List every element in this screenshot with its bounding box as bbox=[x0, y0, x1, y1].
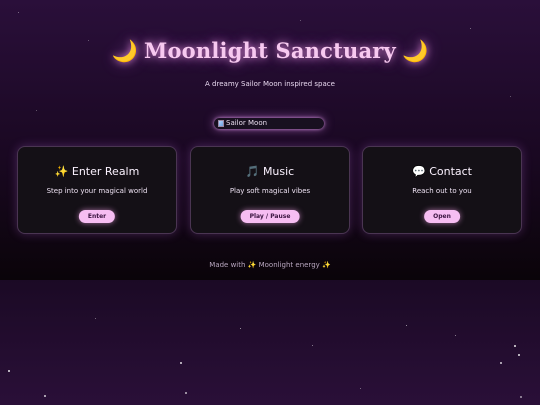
star bbox=[180, 362, 182, 364]
card-title: 💬 Contact bbox=[363, 165, 521, 178]
broken-image-placeholder: Sailor Moon bbox=[218, 119, 267, 127]
card-title: ✨ Enter Realm bbox=[18, 165, 176, 178]
card-title-text: Music bbox=[262, 165, 295, 178]
enter-button[interactable]: Enter bbox=[78, 210, 116, 223]
sparkles-icon: ✨ bbox=[54, 165, 69, 178]
star bbox=[514, 345, 516, 347]
speech-bubble-icon: 💬 bbox=[412, 165, 426, 178]
play-pause-button[interactable]: Play / Pause bbox=[240, 210, 300, 223]
footer-text: Made with ✨ Moonlight energy ✨ bbox=[209, 261, 331, 269]
star bbox=[406, 325, 407, 326]
card-description: Reach out to you bbox=[412, 187, 472, 195]
open-button[interactable]: Open bbox=[424, 210, 460, 223]
star bbox=[8, 370, 10, 372]
star bbox=[360, 388, 361, 389]
card-title: 🎵 Music bbox=[191, 165, 349, 178]
star bbox=[185, 392, 187, 394]
crescent-moon-icon: 🌙 bbox=[111, 38, 139, 63]
card-music: 🎵 Music Play soft magical vibes Play / P… bbox=[190, 146, 350, 234]
star bbox=[36, 110, 37, 111]
star bbox=[95, 318, 96, 319]
card-description: Step into your magical world bbox=[46, 187, 148, 195]
star bbox=[518, 354, 520, 356]
crescent-moon-icon: 🌙 bbox=[401, 38, 429, 63]
star bbox=[520, 396, 522, 398]
card-contact: 💬 Contact Reach out to you Open bbox=[362, 146, 522, 234]
star bbox=[312, 345, 313, 346]
star bbox=[300, 20, 301, 21]
page-title: 🌙 Moonlight Sanctuary 🌙 bbox=[0, 38, 540, 64]
starfield-background bbox=[0, 280, 540, 405]
card-title-text: Enter Realm bbox=[71, 165, 140, 178]
broken-image-icon bbox=[218, 119, 224, 127]
card-description: Play soft magical vibes bbox=[229, 187, 311, 195]
card-title-text: Contact bbox=[429, 165, 472, 178]
music-note-icon: 🎵 bbox=[245, 165, 260, 178]
star bbox=[455, 335, 456, 336]
star bbox=[240, 328, 241, 329]
card-enter-realm: ✨ Enter Realm Step into your magical wor… bbox=[17, 146, 177, 234]
star bbox=[470, 28, 471, 29]
star bbox=[44, 395, 46, 397]
page-subtitle: A dreamy Sailor Moon inspired space bbox=[205, 80, 335, 88]
hero-image: Sailor Moon bbox=[214, 118, 324, 129]
star bbox=[500, 362, 502, 364]
image-alt-text: Sailor Moon bbox=[226, 119, 268, 127]
star bbox=[510, 96, 511, 97]
star bbox=[18, 12, 19, 13]
title-text: Moonlight Sanctuary bbox=[144, 38, 396, 63]
